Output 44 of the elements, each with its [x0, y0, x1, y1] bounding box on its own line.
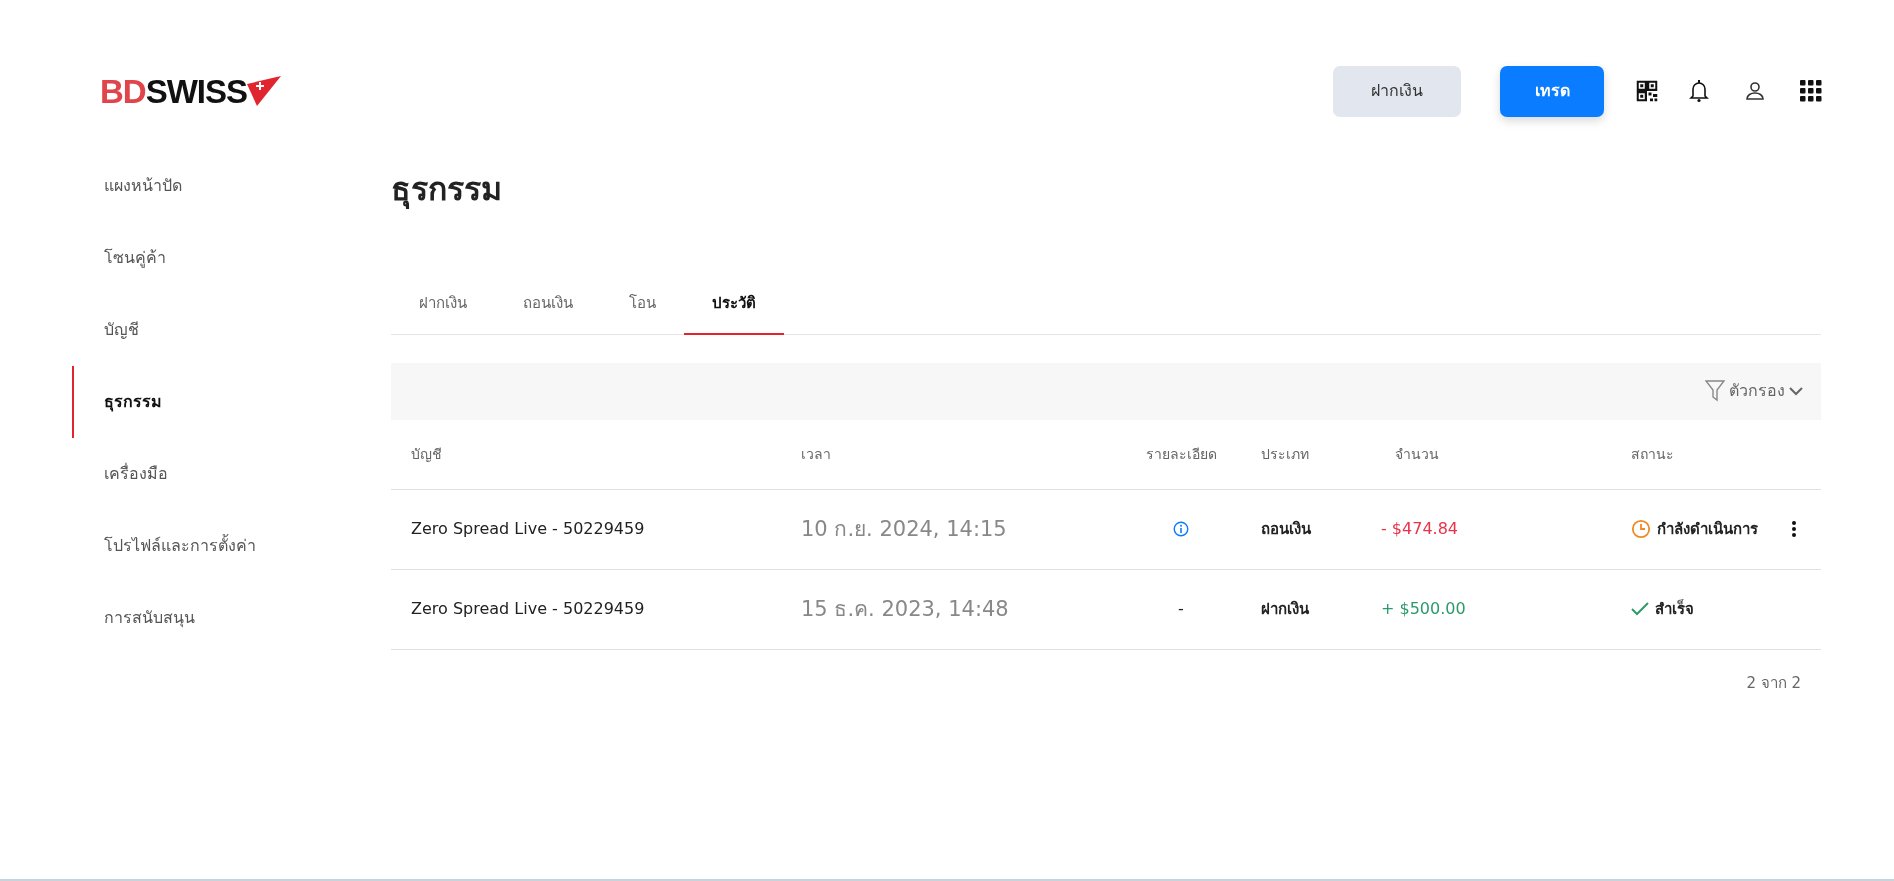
sidebar-item[interactable]: โปรไฟล์และการตั้งค่า	[72, 510, 391, 582]
sidebar-item[interactable]: เครื่องมือ	[72, 438, 391, 510]
filter-label: ตัวกรอง	[1729, 380, 1785, 403]
qr-code-icon[interactable]	[1636, 80, 1658, 102]
table-cell-text: 10 ก.ย. 2024, 14:15	[801, 515, 1008, 543]
more-vertical-icon[interactable]	[1791, 520, 1797, 539]
column-header: บัญชี	[411, 444, 443, 464]
table-cell-text: - $474.84	[1381, 518, 1460, 541]
column-header: รายละเอียด	[1144, 444, 1218, 464]
column-header: จำนวน	[1394, 444, 1440, 464]
logo-flag-icon	[247, 76, 282, 106]
logo-text: BD	[100, 74, 146, 108]
tab[interactable]: ประวัติ	[684, 276, 784, 335]
column-header: เวลา	[801, 444, 832, 464]
tab[interactable]: ถอนเงิน	[495, 276, 601, 335]
column-header: สถานะ	[1631, 444, 1675, 464]
table-cell-text: + $500.00	[1381, 598, 1467, 621]
sidebar-item[interactable]: แผงหน้าปัด	[72, 150, 391, 222]
table-cell-text: ฝากเงิน	[1261, 599, 1310, 621]
filter-icon	[1705, 380, 1725, 403]
table-cell-text: -	[1178, 598, 1184, 621]
status-label: สำเร็จ	[1655, 598, 1694, 621]
sidebar-item[interactable]: โซนคู่ค้า	[72, 222, 391, 294]
bell-icon[interactable]	[1688, 79, 1710, 103]
table-cell-text: Zero Spread Live - 50229459	[411, 598, 646, 621]
deposit-button[interactable]: ฝากเงิน	[1333, 65, 1461, 117]
tab[interactable]: ฝากเงิน	[391, 276, 495, 335]
column-header: ประเภท	[1261, 444, 1310, 464]
logo-text: SWISS	[145, 74, 248, 108]
info-icon[interactable]	[1173, 521, 1189, 538]
table-cell-text: ถอนเงิน	[1261, 519, 1312, 541]
sidebar-item[interactable]: บัญชี	[72, 294, 391, 366]
apps-grid-icon[interactable]	[1800, 80, 1822, 102]
table-cell-text: Zero Spread Live - 50229459	[411, 518, 646, 541]
user-icon[interactable]	[1744, 81, 1766, 101]
status-label: กำลังดำเนินการ	[1657, 519, 1758, 541]
pagination-text: 2 จาก 2	[1745, 672, 1802, 694]
trade-button[interactable]: เทรด	[1500, 65, 1604, 117]
table-cell-text: 15 ธ.ค. 2023, 14:48	[801, 595, 1010, 623]
filter-button[interactable]: ตัวกรอง	[1705, 379, 1803, 404]
tab[interactable]: โอน	[601, 276, 684, 335]
sidebar-item[interactable]: การสนับสนุน	[72, 582, 391, 654]
page-title: ธุรกรรม	[391, 170, 503, 209]
chevron-down-icon	[1789, 386, 1803, 397]
